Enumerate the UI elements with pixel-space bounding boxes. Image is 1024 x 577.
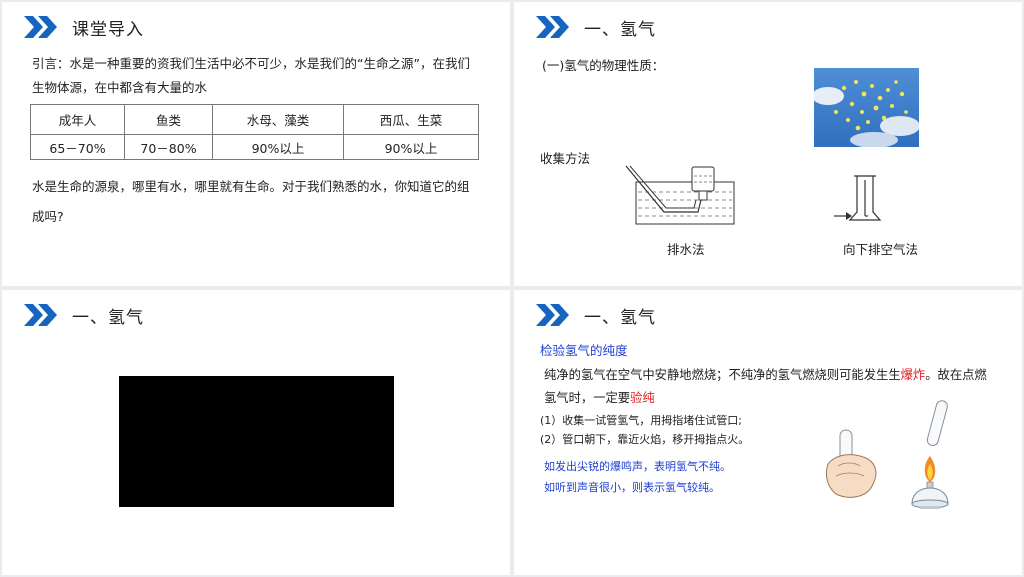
slide-1: 课堂导入 引言：水是一种重要的资我们生活中必不可少，水是我们的“生命之源”，在我…	[2, 2, 510, 286]
table-cell: 成年人	[30, 104, 125, 135]
purity-test-illustration	[826, 400, 949, 509]
purity-test-heading: 检验氢气的纯度	[540, 343, 628, 358]
slide-1-header: 课堂导入	[24, 16, 144, 40]
slide-1-title: 课堂导入	[72, 19, 144, 40]
intro-line-1: 引言：水是一种重要的资我们生活中必不可少，水是我们的“生命之源”，在我们	[32, 56, 470, 71]
table-cell: 西瓜、生菜	[343, 104, 479, 135]
slide-3-header: 一、氢气	[24, 304, 144, 328]
double-chevron-icon	[24, 304, 57, 326]
table-cell: 65－70%	[30, 134, 125, 160]
double-chevron-icon	[24, 16, 57, 38]
balloons-photo	[814, 68, 919, 147]
slide-4: 一、氢气 检验氢气的纯度 纯净的氢气在空气中安静地燃烧；不纯净的氢气燃烧则可能发…	[514, 290, 1022, 575]
slide-4-title: 一、氢气	[584, 307, 656, 328]
result-pure: 如听到声音很小，则表示氢气较纯。	[544, 481, 720, 494]
paragraph-line-1: 水是生命的源泉，哪里有水，哪里就有生命。对于我们熟悉的水，你知道它的组	[32, 179, 470, 194]
water-displacement-diagram	[625, 165, 735, 225]
video-player[interactable]	[119, 376, 394, 507]
explosion-emphasis: 爆炸	[900, 368, 926, 382]
step-2: (2）管口朝下，靠近火焰，移开拇指点火。	[540, 433, 750, 446]
purity-line-1: 纯净的氢气在空气中安静地燃烧；不纯净的氢气燃烧则可能发生生爆炸。故在点燃	[544, 364, 987, 386]
slide-3-title: 一、氢气	[72, 307, 144, 328]
slide-4-header: 一、氢气	[536, 304, 656, 328]
table-row: 65－70% 70－80% 90%以上 90%以上	[30, 134, 479, 160]
water-displacement-label: 排水法	[667, 242, 705, 257]
slide-2: 一、氢气 (一)氢气的物理性质： 收集方法 排水法 向下排空气法	[514, 2, 1022, 286]
result-impure: 如发出尖锐的爆鸣声，表明氢气不纯。	[544, 460, 731, 473]
purity-check-emphasis: 验纯	[630, 391, 655, 405]
table-cell: 70－80%	[124, 134, 213, 160]
purity-line-2: 氢气时，一定要验纯	[544, 387, 655, 409]
purity-line-2-text: 氢气时，一定要	[544, 391, 631, 405]
water-content-table: 成年人 鱼类 水母、藻类 西瓜、生菜 65－70% 70－80% 90%以上 9…	[30, 104, 479, 160]
slide-2-title: 一、氢气	[584, 19, 656, 40]
table-cell: 90%以上	[212, 134, 344, 160]
downward-air-displacement-diagram	[834, 175, 882, 221]
table-cell: 90%以上	[343, 134, 479, 160]
purity-line-1-end: 。故在点燃	[925, 368, 987, 382]
double-chevron-icon	[536, 304, 569, 326]
slide-3: 一、氢气	[2, 290, 510, 575]
slide-2-header: 一、氢气	[536, 16, 656, 40]
paragraph-line-2: 成吗?	[32, 209, 64, 224]
intro-line-2: 生物体源，在中都含有大量的水	[32, 80, 208, 95]
table-cell: 水母、藻类	[212, 104, 344, 135]
physical-properties-heading: (一)氢气的物理性质：	[542, 58, 665, 73]
double-chevron-icon	[536, 16, 569, 38]
table-header-row: 成年人 鱼类 水母、藻类 西瓜、生菜	[30, 104, 479, 135]
purity-line-1-text: 纯净的氢气在空气中安静地燃烧；不纯净的氢气燃烧则可能发生生	[544, 368, 901, 382]
table-cell: 鱼类	[124, 104, 213, 135]
downward-air-displacement-label: 向下排空气法	[843, 242, 919, 257]
collection-methods-label: 收集方法	[540, 151, 591, 166]
